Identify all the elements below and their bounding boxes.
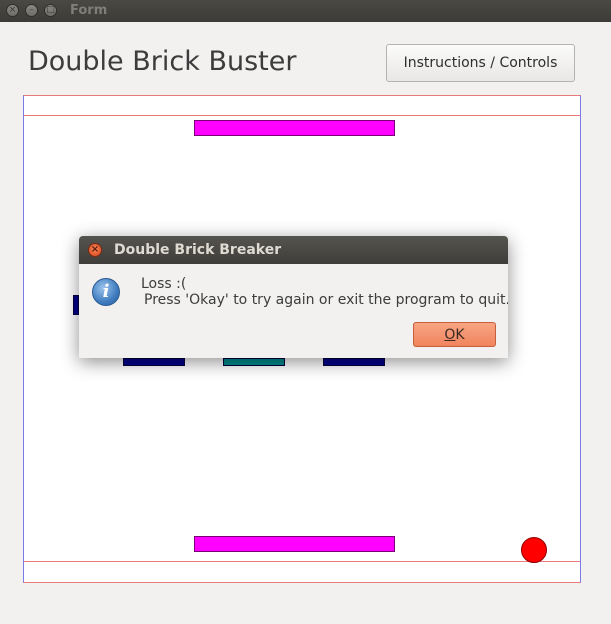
window-titlebar: × – □ Form (0, 0, 611, 22)
ball (521, 537, 547, 563)
dialog-title: Double Brick Breaker (114, 242, 282, 258)
top-boundary-line (24, 115, 580, 116)
ok-button[interactable]: OK (413, 322, 496, 347)
dialog-close-icon[interactable]: × (88, 243, 102, 257)
window-minimize-icon[interactable]: – (25, 4, 38, 17)
top-paddle (194, 120, 395, 136)
dialog-message-line1: Loss :( (141, 276, 187, 292)
window-maximize-icon[interactable]: □ (44, 4, 57, 17)
bottom-boundary-line (24, 561, 580, 562)
message-dialog: × Double Brick Breaker i Loss :( Press '… (79, 236, 508, 358)
brick (323, 358, 385, 366)
dialog-message-line2: Press 'Okay' to try again or exit the pr… (144, 292, 508, 308)
window-close-icon[interactable]: × (6, 4, 19, 17)
instructions-controls-button[interactable]: Instructions / Controls (386, 44, 575, 82)
bottom-paddle (194, 536, 395, 552)
ok-button-mnemonic: O (444, 326, 456, 343)
dialog-titlebar: × Double Brick Breaker (79, 236, 508, 264)
brick (123, 358, 185, 366)
ok-button-label-rest: K (455, 326, 465, 343)
info-icon: i (92, 278, 120, 306)
brick (223, 358, 285, 366)
window-title: Form (70, 3, 108, 18)
page-title: Double Brick Buster (28, 46, 297, 77)
